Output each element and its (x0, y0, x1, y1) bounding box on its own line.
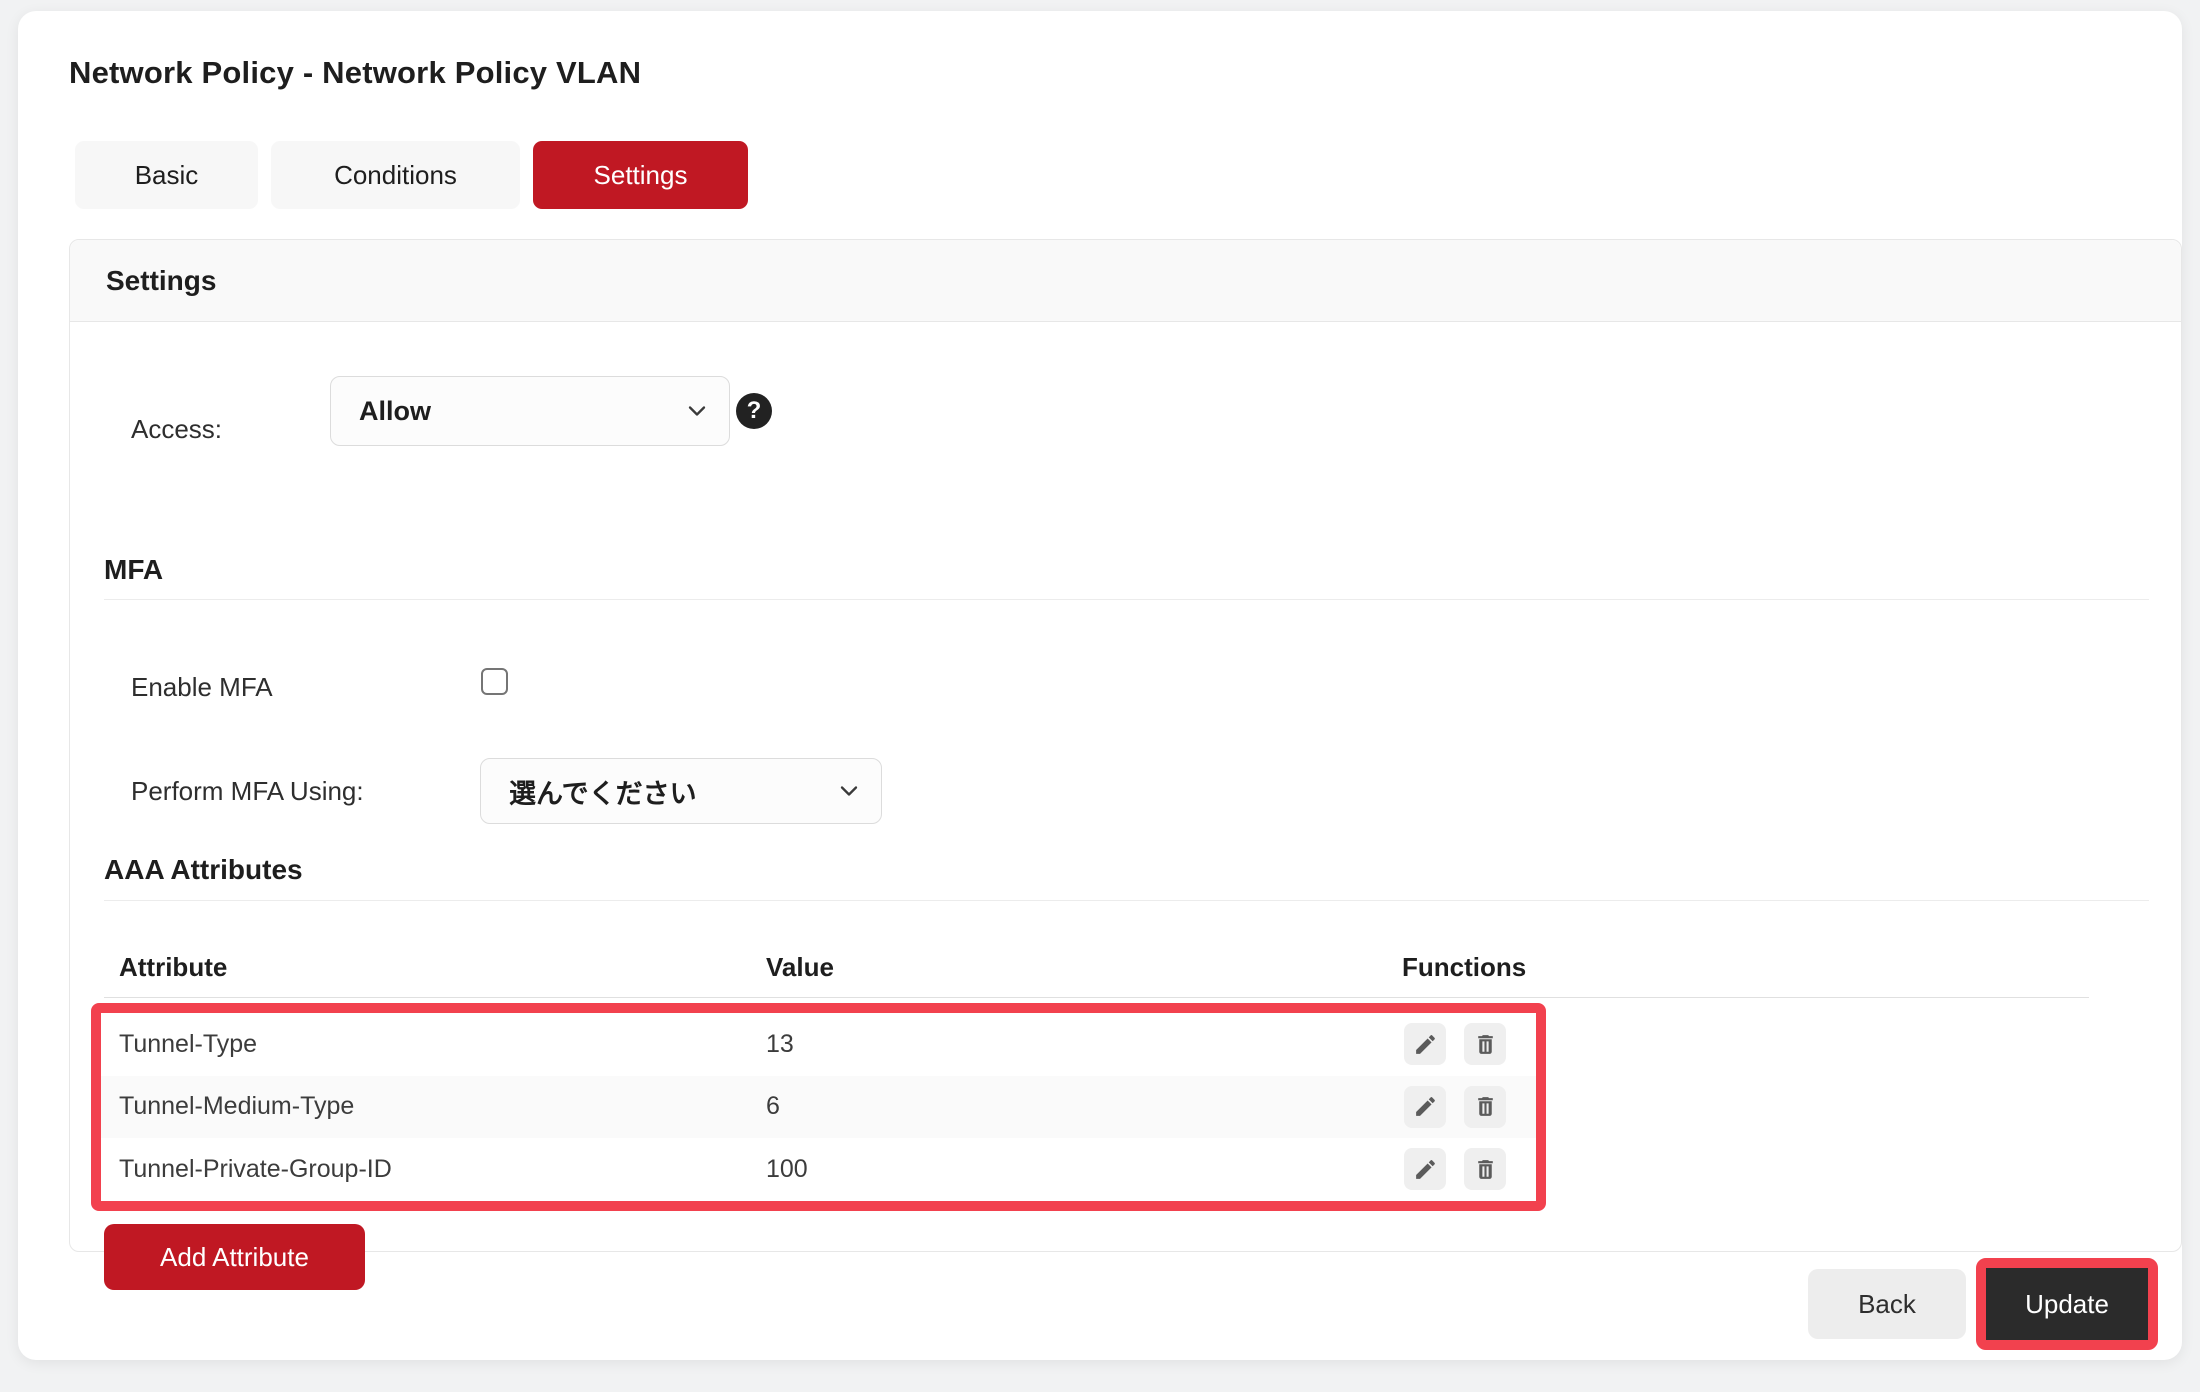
table-row: Tunnel-Private-Group-ID 100 (101, 1138, 1536, 1201)
access-select-value: Allow (359, 395, 431, 426)
edit-attribute-button[interactable] (1404, 1148, 1446, 1191)
pencil-icon (1415, 1097, 1435, 1117)
page-title: Network Policy - Network Policy VLAN (69, 55, 642, 90)
pencil-icon (1415, 1034, 1435, 1054)
chevron-down-icon (840, 786, 858, 796)
enable-mfa-checkbox[interactable] (481, 668, 508, 695)
chevron-down-icon (688, 406, 706, 416)
edit-attribute-button[interactable] (1404, 1023, 1446, 1066)
attribute-cell: Tunnel-Private-Group-ID (119, 1154, 392, 1183)
delete-attribute-button[interactable] (1464, 1148, 1506, 1191)
mfa-divider (104, 599, 2149, 600)
table-header-divider (104, 997, 2089, 998)
pencil-icon (1415, 1160, 1435, 1179)
trash-icon (1477, 1160, 1493, 1179)
row-actions (1404, 1023, 1506, 1066)
update-button[interactable]: Update (1986, 1268, 2148, 1340)
attribute-cell: Tunnel-Type (119, 1029, 258, 1058)
tab-basic[interactable]: Basic (75, 141, 258, 209)
value-cell: 13 (766, 1029, 794, 1058)
delete-attribute-button[interactable] (1464, 1085, 1506, 1128)
rows-highlight-annotation: Tunnel-Type 13 Tunnel-Medium-Type 6 Tunn… (91, 1003, 1546, 1211)
trash-icon (1477, 1034, 1493, 1054)
enable-mfa-label: Enable MFA (131, 672, 273, 702)
attribute-cell: Tunnel-Medium-Type (119, 1092, 355, 1121)
value-cell: 100 (766, 1154, 808, 1183)
back-button[interactable]: Back (1808, 1269, 1966, 1339)
edit-attribute-button[interactable] (1404, 1085, 1446, 1128)
aaa-divider (104, 900, 2149, 901)
settings-panel-body: Access: Allow ? MFA Enable MFA Perform M… (70, 322, 2181, 1290)
tab-settings[interactable]: Settings (533, 141, 748, 209)
access-select[interactable]: Allow (330, 376, 730, 446)
settings-panel: Settings Access: Allow ? MFA Enable MFA … (69, 239, 2182, 1290)
perform-mfa-select[interactable]: 選んでください (480, 758, 882, 824)
aaa-table-rows: Tunnel-Type 13 Tunnel-Medium-Type 6 Tunn… (101, 1013, 1536, 1201)
trash-icon (1477, 1097, 1493, 1117)
perform-mfa-select-value: 選んでください (509, 778, 697, 809)
delete-attribute-button[interactable] (1464, 1023, 1506, 1066)
column-header-functions: Functions (1402, 952, 1527, 982)
table-row: Tunnel-Type 13 (101, 1013, 1536, 1076)
aaa-attributes-heading: AAA Attributes (104, 854, 303, 885)
value-cell: 6 (766, 1092, 780, 1121)
update-highlight-annotation: Update (1976, 1258, 2158, 1350)
mfa-heading: MFA (104, 554, 164, 585)
settings-panel-header: Settings (70, 240, 2181, 322)
tab-conditions[interactable]: Conditions (271, 141, 520, 209)
access-label: Access: (131, 414, 223, 444)
column-header-attribute: Attribute (119, 952, 228, 982)
table-row: Tunnel-Medium-Type 6 (101, 1075, 1536, 1139)
row-actions (1404, 1148, 1506, 1191)
tab-bar: Basic Conditions Settings (75, 141, 748, 209)
row-actions (1404, 1085, 1506, 1128)
perform-mfa-label: Perform MFA Using: (131, 776, 364, 806)
add-attribute-button[interactable]: Add Attribute (104, 1224, 365, 1290)
column-header-value: Value (766, 952, 834, 982)
main-card: Network Policy - Network Policy VLAN Bas… (18, 11, 2182, 1360)
help-icon[interactable]: ? (736, 393, 772, 429)
